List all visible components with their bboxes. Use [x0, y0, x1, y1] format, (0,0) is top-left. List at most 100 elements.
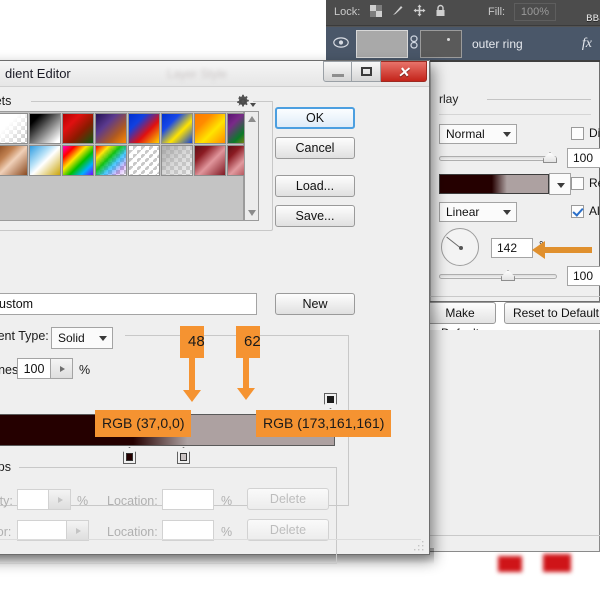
delete-stop-button-1[interactable]: Delete	[247, 488, 329, 510]
color-stop-right[interactable]	[177, 447, 190, 464]
gradient-preview-bar[interactable]	[439, 174, 549, 194]
layer-name[interactable]: outer ring	[462, 37, 582, 51]
layer-mask-thumbnail[interactable]	[420, 30, 462, 58]
preset-swatch[interactable]	[194, 113, 226, 144]
reverse-checkbox[interactable]	[571, 177, 584, 190]
preset-swatch[interactable]	[161, 145, 193, 176]
gradient-name-input[interactable]: Custom	[0, 293, 257, 315]
layer-effects-badge[interactable]: fx	[582, 36, 600, 52]
stop-location-input-2[interactable]	[162, 520, 214, 541]
stop-location-input-1[interactable]	[162, 489, 214, 510]
callout-48-arrowhead	[183, 390, 201, 402]
make-default-button[interactable]: Make Default	[424, 302, 496, 324]
fill-value[interactable]: 100%	[514, 3, 556, 21]
opacity-slider[interactable]	[439, 152, 557, 164]
canvas-red-shape-1	[498, 556, 522, 572]
stop-opacity-input[interactable]	[17, 489, 49, 510]
preset-swatch[interactable]	[0, 145, 28, 176]
preset-swatch[interactable]	[29, 145, 61, 176]
stops-box-bottom	[0, 563, 337, 564]
new-button[interactable]: New	[275, 293, 355, 315]
brush-lock-icon[interactable]	[391, 4, 404, 17]
opacity-slider-track	[439, 156, 557, 161]
blend-mode-select[interactable]: Normal	[439, 124, 517, 144]
presets-swatch-grid[interactable]	[0, 113, 260, 209]
preset-swatch[interactable]	[29, 113, 61, 144]
scroll-down-arrow[interactable]	[248, 210, 256, 216]
close-button[interactable]: ✕	[381, 61, 427, 82]
dither-label: Dith	[589, 126, 600, 140]
delete-stop-button-2[interactable]: Delete	[247, 519, 329, 541]
stop-color-picker-arrow[interactable]	[67, 520, 89, 541]
scale-slider-thumb[interactable]	[501, 270, 515, 281]
dither-checkbox[interactable]	[571, 127, 584, 140]
stops-legend: Stops	[0, 460, 15, 474]
callout-48-stem	[189, 356, 195, 392]
window-buttons[interactable]: ✕	[323, 61, 427, 82]
gradient-style-select[interactable]: Linear	[439, 202, 517, 222]
preset-swatch[interactable]	[128, 113, 160, 144]
reverse-label: Reve	[589, 176, 600, 190]
lock-label: Lock:	[334, 6, 360, 18]
scroll-up-arrow[interactable]	[248, 116, 256, 122]
angle-value[interactable]: 142	[491, 238, 533, 258]
eye-icon[interactable]	[326, 37, 356, 51]
color-stop-left[interactable]	[123, 447, 136, 464]
blend-mode-value: Normal	[446, 127, 485, 141]
load-button[interactable]: Load...	[275, 175, 355, 197]
preset-swatch[interactable]	[62, 145, 94, 176]
gradient-picker-dropdown[interactable]	[549, 173, 571, 195]
stops-box-right	[336, 467, 337, 563]
align-with-layer-label: Alig	[589, 204, 600, 218]
cancel-button[interactable]: Cancel	[275, 137, 355, 159]
layer-style-footer-divider	[418, 296, 600, 297]
gradient-editor-dialog[interactable]: dient Editor Layer Style ✕ Presets	[0, 60, 430, 555]
stop-opacity-spinner[interactable]	[49, 489, 71, 510]
color-stop-right-swatch	[180, 453, 187, 461]
move-lock-icon[interactable]	[413, 4, 426, 17]
gradient-style-value: Linear	[446, 205, 479, 219]
preset-swatch[interactable]	[62, 113, 94, 144]
gradient-editor-title: dient Editor	[5, 66, 71, 81]
scale-value[interactable]: 100	[567, 266, 600, 286]
opacity-stop-right[interactable]	[324, 393, 337, 409]
preset-swatch[interactable]	[95, 145, 127, 176]
preset-swatch[interactable]	[161, 113, 193, 144]
layer-thumbnail[interactable]	[356, 30, 408, 58]
angle-dial[interactable]	[441, 228, 479, 266]
reset-to-default-button[interactable]: Reset to Default	[504, 302, 600, 324]
gradient-editor-titlebar[interactable]: dient Editor Layer Style ✕	[0, 61, 429, 87]
opacity-slider-thumb[interactable]	[543, 152, 557, 163]
maximize-button[interactable]	[352, 61, 381, 82]
resize-grip[interactable]	[414, 540, 424, 550]
transparency-lock-icon[interactable]	[370, 5, 382, 17]
preset-swatch[interactable]	[95, 113, 127, 144]
layer-style-dialog[interactable]: rlay Normal Dith 100 Reve Linear Alig	[418, 62, 600, 302]
all-lock-icon[interactable]	[435, 4, 446, 17]
save-button[interactable]: Save...	[275, 205, 355, 227]
stop-color-swatch[interactable]	[17, 520, 67, 541]
watermark-line-2: BBS.16XX8.COM	[586, 13, 600, 25]
smoothness-unit: %	[79, 363, 90, 377]
opacity-value[interactable]: 100	[567, 148, 600, 168]
preset-swatch[interactable]	[194, 145, 226, 176]
stop-color-label: Color:	[0, 525, 11, 539]
gradient-type-select[interactable]: Solid	[51, 327, 113, 349]
align-with-layer-checkbox[interactable]	[571, 205, 584, 218]
preset-swatch[interactable]	[0, 113, 28, 144]
minimize-button[interactable]	[323, 61, 352, 82]
lock-icon-group[interactable]	[370, 4, 446, 17]
scale-slider[interactable]	[439, 270, 557, 282]
presets-rule-far-right	[253, 101, 273, 102]
minimize-icon	[332, 74, 344, 77]
smoothness-spinner[interactable]	[51, 358, 73, 379]
gradient-type-label: Gradient Type:	[0, 329, 53, 343]
presets-swatch-well[interactable]	[0, 111, 244, 221]
section-divider	[439, 114, 591, 115]
link-icon[interactable]	[408, 35, 420, 52]
presets-scrollbar[interactable]	[244, 111, 259, 221]
preset-swatch[interactable]	[128, 145, 160, 176]
smoothness-input[interactable]: 100	[17, 358, 51, 379]
ok-button[interactable]: OK	[275, 107, 355, 129]
layer-row-outer-ring[interactable]: outer ring fx	[326, 27, 600, 60]
